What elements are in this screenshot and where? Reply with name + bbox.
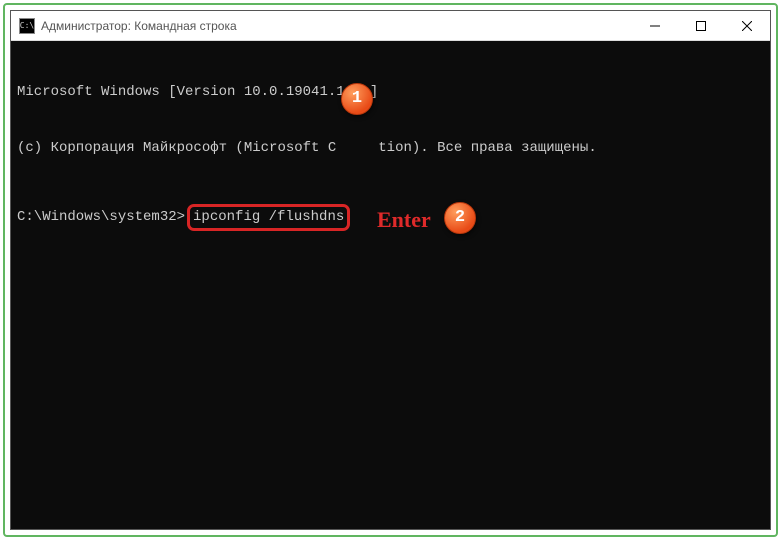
copyright-line: (c) Корпорация Майкрософт (Microsoft CXX… xyxy=(17,139,764,158)
command-highlight: ipconfig /flushdns xyxy=(187,204,350,231)
maximize-button[interactable] xyxy=(678,11,724,40)
cmd-icon: C:\ xyxy=(19,18,35,34)
titlebar[interactable]: C:\ Администратор: Командная строка xyxy=(11,11,770,41)
annotation-bubble-2: 2 xyxy=(444,202,476,234)
console-output[interactable]: Microsoft Windows [Version 10.0.19041.1X… xyxy=(11,41,770,529)
prompt-text: C:\Windows\system32> xyxy=(17,209,185,225)
minimize-button[interactable] xyxy=(632,11,678,40)
window-title: Администратор: Командная строка xyxy=(41,19,632,33)
annotation-bubble-1: 1 xyxy=(341,83,373,115)
version-line: Microsoft Windows [Version 10.0.19041.1X… xyxy=(17,83,764,102)
command-text: ipconfig /flushdns xyxy=(193,209,344,225)
close-button[interactable] xyxy=(724,11,770,40)
enter-annotation: Enter xyxy=(377,205,431,235)
window-controls xyxy=(632,11,770,40)
cmd-window: C:\ Администратор: Командная строка Micr… xyxy=(10,10,771,530)
screenshot-frame: C:\ Администратор: Командная строка Micr… xyxy=(3,3,778,537)
